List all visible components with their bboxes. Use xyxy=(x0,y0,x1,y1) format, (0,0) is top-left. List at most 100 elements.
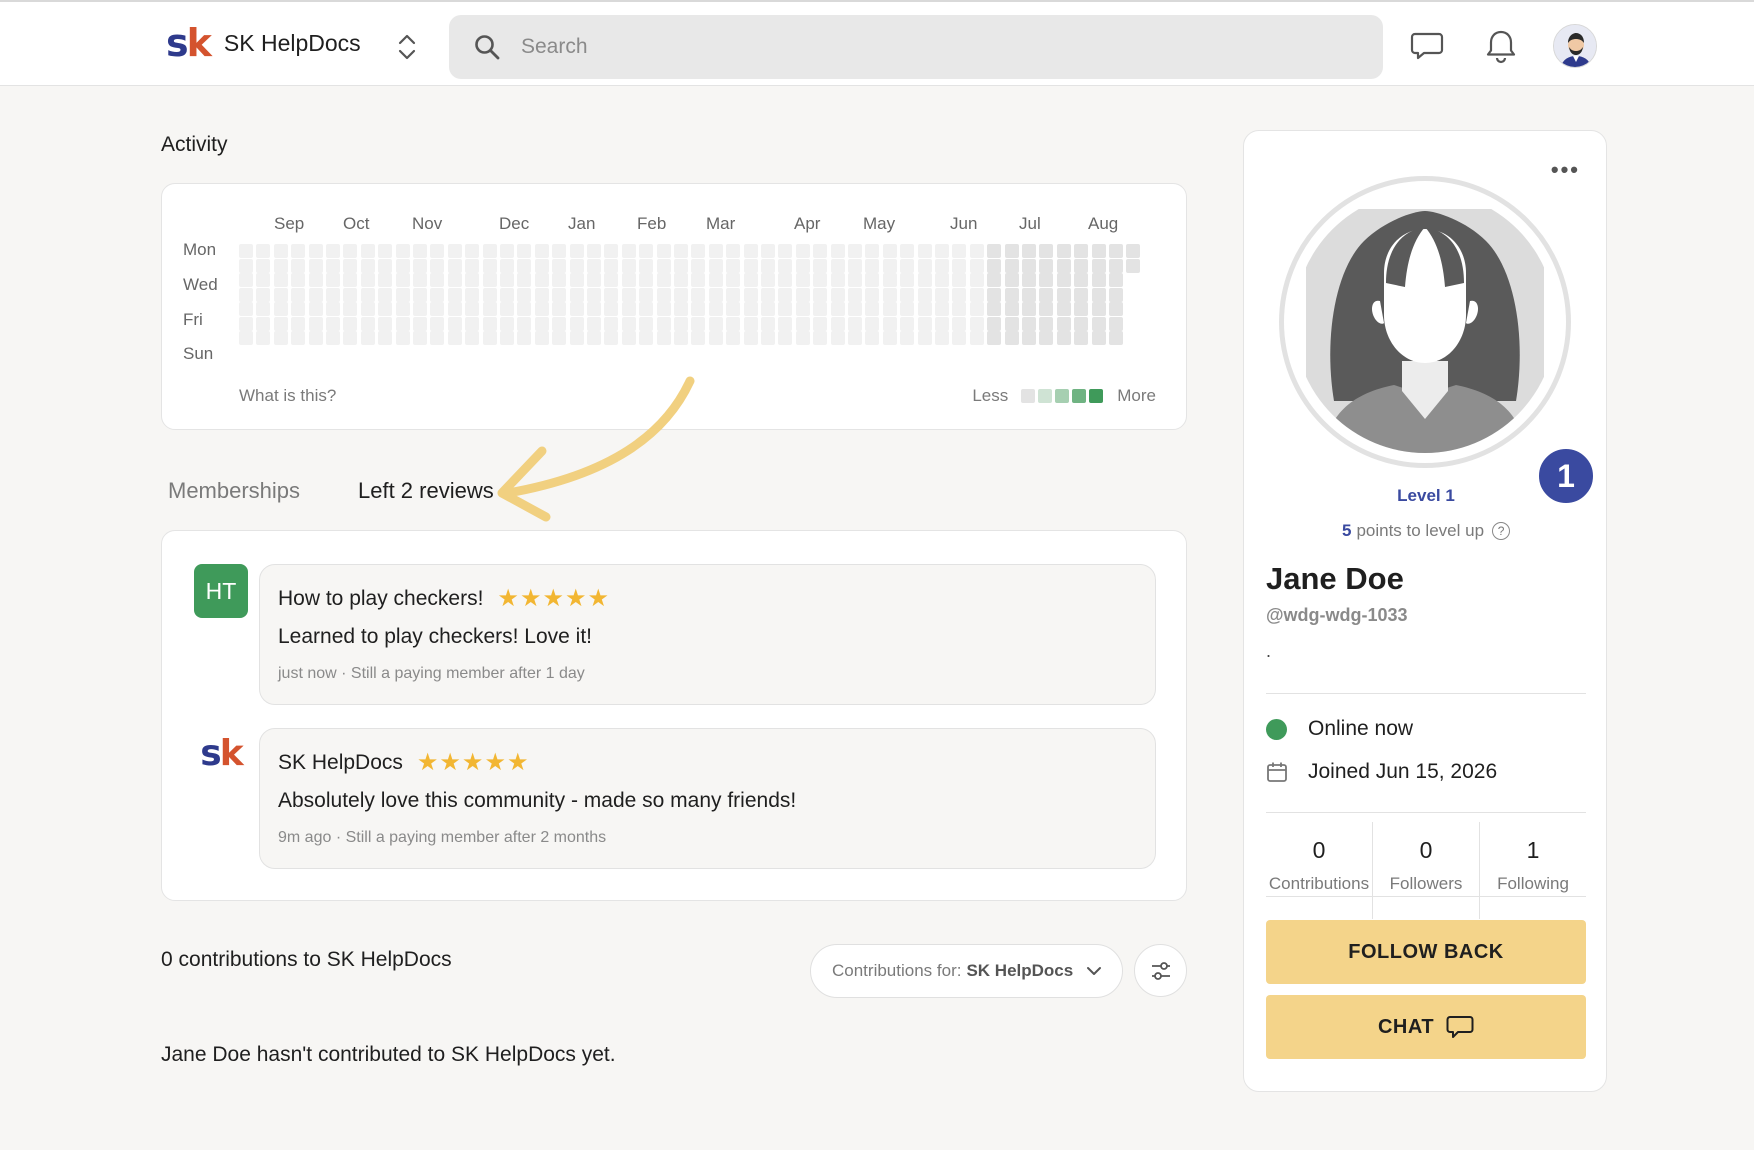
stat-followers[interactable]: 0 Followers xyxy=(1372,822,1479,919)
activity-cell xyxy=(517,258,532,273)
legend-swatch xyxy=(1021,389,1036,403)
activity-cell xyxy=(482,302,497,316)
activity-cell xyxy=(1022,244,1036,258)
activity-cell xyxy=(256,302,271,316)
online-status-text: Online now xyxy=(1308,717,1414,740)
activity-cell xyxy=(935,273,949,287)
activity-cell xyxy=(378,302,393,316)
activity-cell xyxy=(969,316,984,331)
activity-cell xyxy=(865,331,880,345)
tab-reviews[interactable]: Left 2 reviews xyxy=(358,478,494,504)
review-title-text[interactable]: How to play checkers! xyxy=(278,587,483,611)
activity-cell xyxy=(500,244,514,258)
activity-cell xyxy=(813,244,828,258)
activity-cell xyxy=(865,287,880,302)
activity-cell xyxy=(639,331,654,345)
star-icon: ★ xyxy=(506,749,529,776)
stat-following[interactable]: 1 Following xyxy=(1479,822,1586,919)
more-options-icon[interactable]: ••• xyxy=(1551,157,1580,183)
activity-cell xyxy=(969,302,984,316)
month-label: Mar xyxy=(706,214,736,233)
activity-cell xyxy=(656,331,671,345)
activity-cell xyxy=(500,302,514,316)
activity-cell xyxy=(273,302,288,316)
activity-cell xyxy=(621,287,636,302)
activity-cell xyxy=(865,316,880,331)
activity-cell xyxy=(656,273,671,287)
activity-cell xyxy=(917,273,932,287)
review-text: Learned to play checkers! Love it! xyxy=(278,625,593,648)
activity-cell xyxy=(761,287,775,302)
curved-arrow-annotation xyxy=(497,376,695,522)
legend-swatch xyxy=(1038,389,1053,403)
activity-cell xyxy=(500,316,514,331)
activity-cell xyxy=(569,331,584,345)
search-input[interactable] xyxy=(521,35,1341,59)
activity-cell xyxy=(882,316,897,331)
activity-cell xyxy=(1004,244,1019,258)
search-bar[interactable] xyxy=(449,15,1383,79)
contributions-filter-select[interactable]: Contributions for: SK HelpDocs xyxy=(810,944,1123,998)
activity-cell xyxy=(308,287,323,302)
activity-cell xyxy=(1039,244,1054,258)
activity-cell xyxy=(308,331,323,345)
activity-cell xyxy=(691,258,706,273)
what-is-this-link[interactable]: What is this? xyxy=(239,386,336,406)
activity-cell xyxy=(795,302,810,316)
activity-cell xyxy=(708,244,723,258)
activity-cell xyxy=(1091,331,1106,345)
chat-icon[interactable] xyxy=(1410,28,1444,62)
stat-contributions[interactable]: 0 Contributions xyxy=(1266,822,1372,919)
activity-cell xyxy=(726,316,741,331)
activity-cell xyxy=(917,258,932,273)
chevron-up-down-icon[interactable] xyxy=(394,32,420,62)
star-icon: ★ xyxy=(587,585,609,612)
activity-cell xyxy=(708,273,723,287)
star-icon: ★ xyxy=(439,749,461,776)
activity-cell xyxy=(778,287,793,302)
activity-cell xyxy=(447,316,462,331)
activity-cell xyxy=(674,287,688,302)
activity-cell xyxy=(413,258,427,273)
review-avatar[interactable]: sk xyxy=(194,727,248,781)
activity-cell xyxy=(1056,258,1071,273)
activity-cell xyxy=(569,316,584,331)
activity-cell xyxy=(291,316,306,331)
activity-cell xyxy=(587,302,601,316)
activity-cell xyxy=(778,331,793,345)
top-bar: sk SK HelpDocs xyxy=(0,0,1754,86)
activity-cell xyxy=(430,316,445,331)
activity-cell xyxy=(378,316,393,331)
activity-cell xyxy=(239,302,253,316)
activity-cell xyxy=(569,287,584,302)
profile-stats: 0 Contributions 0 Followers 1 Following xyxy=(1266,822,1586,919)
follow-back-button[interactable]: FOLLOW BACK xyxy=(1266,920,1586,984)
tab-memberships[interactable]: Memberships xyxy=(168,478,300,504)
review-text: Absolutely love this community - made so… xyxy=(278,789,797,812)
activity-cell xyxy=(813,273,828,287)
activity-cell xyxy=(326,331,340,345)
review-title-text[interactable]: SK HelpDocs xyxy=(278,751,403,775)
help-icon[interactable]: ? xyxy=(1492,522,1511,540)
chat-button[interactable]: CHAT xyxy=(1266,995,1586,1059)
month-label: May xyxy=(863,214,896,233)
chevron-down-icon xyxy=(1087,967,1101,975)
activity-cell xyxy=(587,331,601,345)
activity-cell xyxy=(778,244,793,258)
activity-cell xyxy=(378,287,393,302)
activity-cell xyxy=(534,302,549,316)
activity-cell xyxy=(604,302,619,316)
activity-cell xyxy=(882,302,897,316)
user-avatar[interactable] xyxy=(1553,24,1597,68)
activity-cell xyxy=(482,258,497,273)
day-label: Fri xyxy=(183,310,203,329)
brand[interactable]: sk SK HelpDocs xyxy=(166,24,361,62)
activity-cell xyxy=(500,258,514,273)
activity-cell xyxy=(552,244,567,258)
filter-settings-button[interactable] xyxy=(1134,944,1187,997)
activity-cell xyxy=(465,302,480,316)
bell-icon[interactable] xyxy=(1484,28,1518,64)
review-avatar[interactable]: HT xyxy=(194,564,248,618)
activity-cell xyxy=(1074,258,1089,273)
divider xyxy=(1266,896,1586,897)
